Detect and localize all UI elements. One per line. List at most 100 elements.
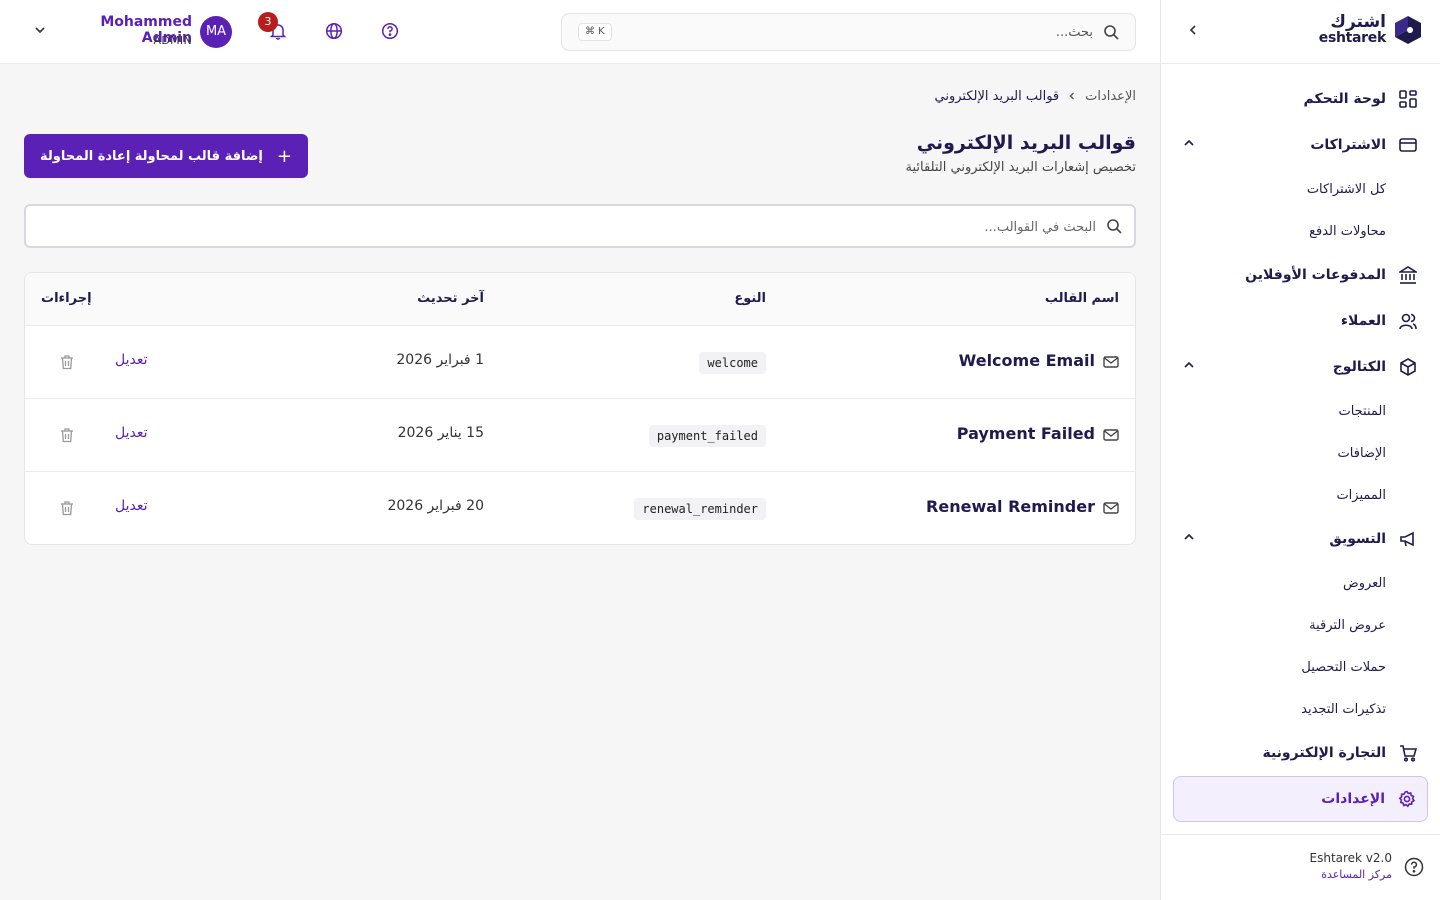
help-icon[interactable]: [381, 22, 399, 40]
template-updated: 15 يناير 2026: [397, 425, 484, 441]
trash-icon[interactable]: [59, 354, 75, 370]
chevron-left-icon: [1189, 25, 1196, 35]
add-template-button[interactable]: + إضافة قالب لمحاولة إعادة المحاولة: [24, 134, 308, 178]
template-search-input[interactable]: [96, 217, 1096, 237]
trash-icon[interactable]: [59, 500, 75, 516]
chevron-up-icon: [1183, 359, 1195, 374]
user-menu-chevron-down-icon[interactable]: [34, 24, 46, 39]
sidebar-item-label: حملات التحصيل: [1301, 659, 1386, 675]
help-circle-icon[interactable]: [1404, 857, 1424, 877]
bank-icon: [1398, 265, 1418, 285]
breadcrumb-parent[interactable]: الإعدادات: [1085, 89, 1136, 104]
package-icon: [1398, 357, 1418, 377]
sidebar-item-settings[interactable]: الإعدادات: [1173, 776, 1428, 822]
sidebar-item-payment-attempts[interactable]: محاولات الدفع: [1173, 210, 1428, 252]
column-header-updated: آخر تحديث: [417, 291, 484, 306]
global-search-input[interactable]: [653, 22, 1093, 42]
gear-icon: [1397, 789, 1417, 809]
templates-table: اسم القالب النوع آخر تحديث إجراءات Welco…: [24, 272, 1136, 545]
brand-name-ar: اشترك: [1330, 12, 1386, 32]
plus-icon: +: [276, 145, 292, 167]
sidebar-item-label: الإعدادات: [1321, 791, 1385, 807]
template-type: renewal_reminder: [634, 498, 766, 520]
sidebar-item-catalog[interactable]: الكتالوج: [1173, 344, 1428, 390]
add-template-button-label: إضافة قالب لمحاولة إعادة المحاولة: [40, 148, 263, 164]
template-updated: 20 فبراير 2026: [387, 498, 484, 514]
credit-card-icon: [1398, 135, 1418, 155]
mail-icon: [1103, 500, 1119, 516]
table-row: Welcome Email welcome 1 فبراير 2026 تعدي…: [25, 326, 1135, 399]
chevron-up-icon: [1183, 531, 1195, 546]
sidebar-item-addons[interactable]: الإضافات: [1173, 432, 1428, 474]
sidebar-item-subscriptions[interactable]: الاشتراكات: [1173, 122, 1428, 168]
sidebar-item-upgrade-offers[interactable]: عروض الترقية: [1173, 604, 1428, 646]
users-icon: [1398, 311, 1418, 331]
sidebar-nav: لوحة التحكم الاشتراكات كل الاشتراكات محا…: [1173, 76, 1428, 822]
sidebar-item-label: الإضافات: [1337, 445, 1386, 461]
search-shortcut-hint: ⌘ K: [578, 23, 612, 41]
sidebar-item-label: المنتجات: [1338, 403, 1386, 419]
template-type: payment_failed: [648, 425, 766, 447]
sidebar-footer: Eshtarek v2.0 مركز المساعدة: [1160, 834, 1440, 900]
brand-logo[interactable]: اشترك eshtarek: [1319, 14, 1422, 45]
help-center-link[interactable]: مركز المساعدة: [1321, 868, 1392, 881]
globe-icon[interactable]: [325, 22, 343, 40]
chevron-left-icon: [1067, 90, 1077, 104]
sidebar-item-label: كل الاشتراكات: [1306, 181, 1386, 197]
brand-name-en: eshtarek: [1318, 30, 1387, 46]
trash-icon[interactable]: [59, 427, 75, 443]
sidebar-item-label: المدفوعات الأوفلاين: [1245, 267, 1386, 283]
column-header-name: اسم القالب: [1044, 291, 1119, 306]
sidebar-item-label: الكتالوج: [1332, 359, 1386, 375]
sidebar-item-renewal-reminders[interactable]: تذكيرات التجديد: [1173, 688, 1428, 730]
sidebar-item-dunning-campaigns[interactable]: حملات التحصيل: [1173, 646, 1428, 688]
notification-badge: 3: [258, 12, 278, 32]
dashboard-icon: [1398, 89, 1418, 109]
edit-template-link[interactable]: تعديل: [115, 425, 148, 441]
sidebar-item-products[interactable]: المنتجات: [1173, 390, 1428, 432]
megaphone-icon: [1398, 529, 1418, 549]
page-title: قوالب البريد الإلكتروني: [916, 132, 1136, 154]
global-search[interactable]: ⌘ K: [561, 13, 1136, 51]
sidebar-item-offers[interactable]: العروض: [1173, 562, 1428, 604]
breadcrumb: الإعدادات قوالب البريد الإلكتروني: [935, 89, 1137, 104]
avatar[interactable]: MA: [200, 16, 232, 48]
search-icon: [1103, 24, 1119, 40]
sidebar-item-label: محاولات الدفع: [1309, 223, 1386, 239]
column-header-type: النوع: [734, 291, 766, 306]
user-role: ADMIN: [153, 34, 192, 47]
template-search[interactable]: [24, 204, 1136, 248]
template-name: Renewal Reminder: [926, 497, 1095, 516]
table-header: اسم القالب النوع آخر تحديث إجراءات: [25, 273, 1135, 326]
sidebar-item-label: لوحة التحكم: [1303, 91, 1386, 107]
sidebar-item-dashboard[interactable]: لوحة التحكم: [1173, 76, 1428, 122]
sidebar-item-all-subscriptions[interactable]: كل الاشتراكات: [1173, 168, 1428, 210]
edit-template-link[interactable]: تعديل: [115, 352, 148, 368]
sidebar-header: اشترك eshtarek: [1161, 0, 1440, 64]
template-updated: 1 فبراير 2026: [396, 352, 484, 368]
column-header-actions: إجراءات: [41, 291, 92, 306]
sidebar-item-features[interactable]: المميزات: [1173, 474, 1428, 516]
cart-icon: [1398, 743, 1418, 763]
template-type: welcome: [699, 352, 766, 374]
mail-icon: [1103, 427, 1119, 443]
sidebar-item-label: العروض: [1342, 575, 1386, 591]
brand-mark-icon: [1395, 15, 1421, 44]
app-version: Eshtarek v2.0: [1309, 851, 1393, 865]
sidebar-item-marketing[interactable]: التسويق: [1173, 516, 1428, 562]
sidebar-item-customers[interactable]: العملاء: [1173, 298, 1428, 344]
chevron-up-icon: [1183, 137, 1195, 152]
search-icon: [1106, 218, 1122, 234]
sidebar-item-offline-payments[interactable]: المدفوعات الأوفلاين: [1173, 252, 1428, 298]
sidebar-item-ecommerce[interactable]: التجارة الإلكترونية: [1173, 730, 1428, 776]
table-row: Payment Failed payment_failed 15 يناير 2…: [25, 399, 1135, 472]
sidebar-item-label: عروض الترقية: [1309, 617, 1386, 633]
collapse-sidebar-button[interactable]: [1183, 22, 1203, 42]
sidebar-item-label: الاشتراكات: [1310, 137, 1386, 153]
edit-template-link[interactable]: تعديل: [115, 498, 148, 514]
sidebar-item-label: المميزات: [1336, 487, 1386, 503]
sidebar-item-label: العملاء: [1340, 313, 1386, 329]
sidebar-item-label: التسويق: [1329, 531, 1386, 547]
breadcrumb-current: قوالب البريد الإلكتروني: [934, 89, 1060, 104]
sidebar-item-label: التجارة الإلكترونية: [1262, 745, 1386, 761]
